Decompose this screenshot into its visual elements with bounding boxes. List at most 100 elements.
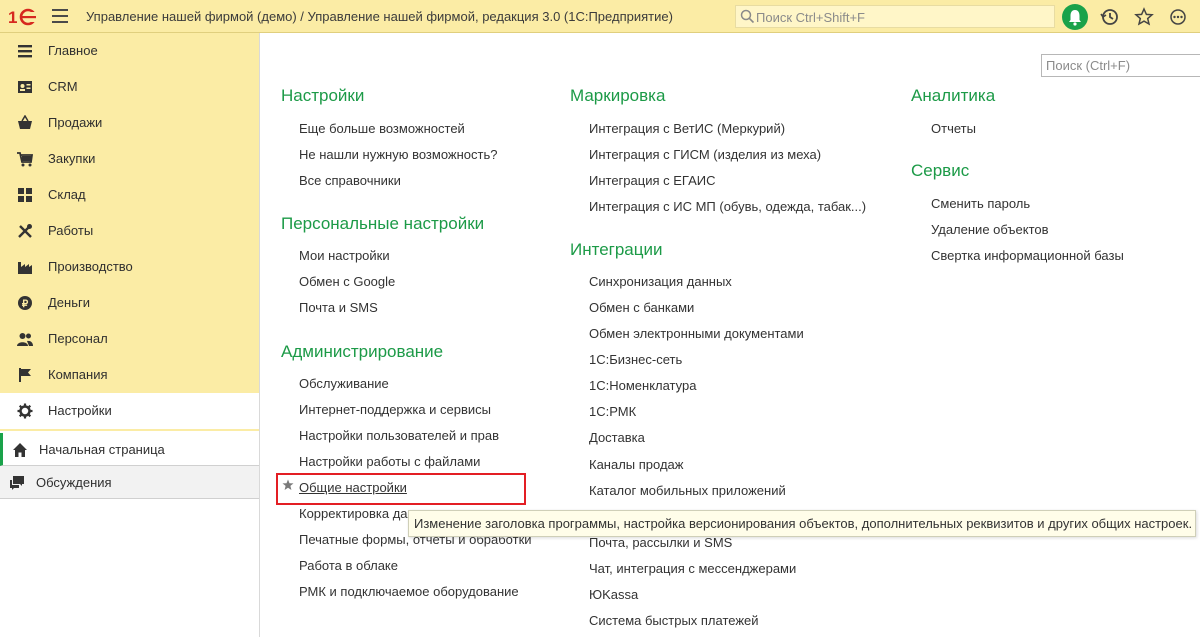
link-maintenance[interactable]: Обслуживание: [299, 376, 389, 391]
link-data-correction[interactable]: Корректировка да: [299, 506, 408, 521]
sidebar-item-company[interactable]: Компания: [0, 357, 259, 393]
tooltip: Изменение заголовка программы, настройка…: [408, 510, 1196, 537]
link-all-catalogs[interactable]: Все справочники: [299, 173, 401, 188]
tooltip-text: Изменение заголовка программы, настройка…: [414, 516, 1193, 531]
link-edi[interactable]: Обмен электронными документами: [589, 326, 804, 341]
sidebar-item-crm[interactable]: CRM: [0, 69, 259, 105]
gear-icon: [17, 403, 33, 419]
link-feature-not-found[interactable]: Не нашли нужную возможность?: [299, 147, 497, 162]
open-window-discussions[interactable]: Обсуждения: [0, 466, 259, 499]
link-sales-channels[interactable]: Каналы продаж: [589, 457, 683, 472]
sidebar-item-warehouse[interactable]: Склад: [0, 177, 259, 213]
link-my-settings[interactable]: Мои настройки: [299, 248, 390, 263]
home-list-icon: [18, 45, 32, 58]
sidebar-item-label: Продажи: [48, 115, 103, 130]
section-title-analytics: Аналитика: [911, 86, 996, 105]
link-is-mp[interactable]: Интеграция с ИС МП (обувь, одежда, табак…: [589, 199, 866, 214]
link-nomenclature[interactable]: 1С:Номенклатура: [589, 378, 696, 393]
link-bank-exchange[interactable]: Обмен с банками: [589, 300, 694, 315]
sidebar-item-money[interactable]: ₽ Деньги: [0, 285, 259, 321]
panel-search-input[interactable]: [1042, 55, 1200, 76]
link-yukassa[interactable]: ЮKassa: [589, 587, 638, 602]
sidebar-item-label: Производство: [48, 259, 133, 274]
app-title: Управление нашей фирмой (демо) / Управле…: [86, 9, 673, 24]
open-window-home-page[interactable]: Начальная страница: [0, 433, 259, 466]
tools-icon: [18, 224, 32, 238]
section-title-marking: Маркировка: [570, 86, 666, 105]
link-mobile-apps-catalog[interactable]: Каталог мобильных приложений: [589, 483, 786, 498]
sidebar-item-label: Персонал: [48, 331, 108, 346]
global-search-box[interactable]: [735, 5, 1055, 28]
sidebar-item-label: Главное: [48, 43, 98, 58]
sidebar-item-purchases[interactable]: Закупки: [0, 141, 259, 177]
link-gism[interactable]: Интеграция с ГИСМ (изделия из меха): [589, 147, 821, 162]
warehouse-grid-icon: [18, 188, 32, 202]
link-more-features[interactable]: Еще больше возможностей: [299, 121, 465, 136]
sidebar-item-label: CRM: [48, 79, 78, 94]
sidebar-item-label: Настройки: [48, 403, 112, 418]
cart-icon: [17, 152, 33, 167]
link-general-settings[interactable]: Общие настройки: [299, 480, 407, 495]
panel-search-box[interactable]: [1041, 54, 1200, 77]
svg-text:₽: ₽: [22, 299, 29, 310]
link-vetis[interactable]: Интеграция с ВетИС (Меркурий): [589, 121, 785, 136]
sections-panel: Главное CRM Продажи Закупки Склад Работы…: [0, 33, 260, 637]
basket-icon: [18, 115, 32, 129]
link-delete-objects[interactable]: Удаление объектов: [931, 222, 1049, 237]
coin-icon: ₽: [18, 296, 32, 310]
link-rmk[interactable]: 1С:РМК: [589, 404, 636, 419]
section-title-settings: Настройки: [281, 86, 365, 105]
people-icon: [17, 333, 33, 346]
sidebar-item-sales[interactable]: Продажи: [0, 105, 259, 141]
link-cloud-work[interactable]: Работа в облаке: [299, 558, 398, 573]
sidebar-item-label: Деньги: [48, 295, 90, 310]
more-icon[interactable]: [1168, 7, 1188, 27]
link-online-support[interactable]: Интернет-поддержка и сервисы: [299, 402, 491, 417]
link-google-exchange[interactable]: Обмен с Google: [299, 274, 395, 289]
open-window-label: Начальная страница: [39, 442, 165, 457]
link-change-password[interactable]: Сменить пароль: [931, 196, 1030, 211]
chat-icon: [10, 476, 24, 490]
sidebar-item-label: Работы: [48, 223, 94, 238]
sidebar-item-works[interactable]: Работы: [0, 213, 259, 249]
sidebar-item-staff[interactable]: Персонал: [0, 321, 259, 357]
notifications-bell-icon[interactable]: [1062, 4, 1088, 30]
link-data-sync[interactable]: Синхронизация данных: [589, 274, 732, 289]
svg-text:1: 1: [8, 8, 17, 27]
sidebar-item-label: Закупки: [48, 151, 96, 166]
link-chat-messengers[interactable]: Чат, интеграция с мессенджерами: [589, 561, 796, 576]
link-egais[interactable]: Интеграция с ЕГАИС: [589, 173, 715, 188]
favorites-star-icon[interactable]: [1134, 7, 1154, 27]
sidebar-item-settings[interactable]: Настройки: [0, 393, 259, 429]
link-fast-payments[interactable]: Система быстрых платежей: [589, 613, 759, 628]
section-title-administration: Администрирование: [281, 342, 444, 361]
link-file-settings[interactable]: Настройки работы с файлами: [299, 454, 480, 469]
open-windows-panel: Начальная страница Обсуждения: [0, 431, 259, 637]
factory-icon: [18, 262, 32, 274]
top-bar: 1 Управление нашей фирмой (демо) / Управ…: [0, 0, 1200, 33]
link-reports[interactable]: Отчеты: [931, 121, 976, 136]
link-mail-mailing-sms[interactable]: Почта, рассылки и SMS: [589, 535, 732, 550]
link-pos-equipment[interactable]: РМК и подключаемое оборудование: [299, 584, 519, 599]
flag-icon: [19, 368, 31, 382]
menu-icon[interactable]: [52, 9, 68, 23]
open-window-label: Обсуждения: [36, 475, 112, 490]
section-title-service: Сервис: [911, 161, 970, 180]
section-title-personal-settings: Персональные настройки: [281, 214, 485, 233]
search-icon: [740, 9, 755, 24]
sidebar-item-label: Компания: [48, 367, 108, 382]
link-delivery[interactable]: Доставка: [589, 430, 645, 445]
link-mail-sms[interactable]: Почта и SMS: [299, 300, 378, 315]
history-icon[interactable]: [1100, 7, 1120, 27]
link-business-network[interactable]: 1С:Бизнес-сеть: [589, 352, 682, 367]
link-collapse-database[interactable]: Свертка информационной базы: [931, 248, 1124, 263]
global-search-input[interactable]: [756, 8, 1046, 26]
link-users-rights[interactable]: Настройки пользователей и прав: [299, 428, 499, 443]
sidebar-item-production[interactable]: Производство: [0, 249, 259, 285]
1c-logo-icon[interactable]: 1: [8, 7, 40, 27]
favorite-star-icon[interactable]: [282, 479, 294, 491]
sidebar-item-main[interactable]: Главное: [0, 33, 259, 69]
section-title-integrations: Интеграции: [570, 240, 663, 259]
crm-card-icon: [18, 81, 32, 93]
home-icon: [13, 443, 27, 457]
